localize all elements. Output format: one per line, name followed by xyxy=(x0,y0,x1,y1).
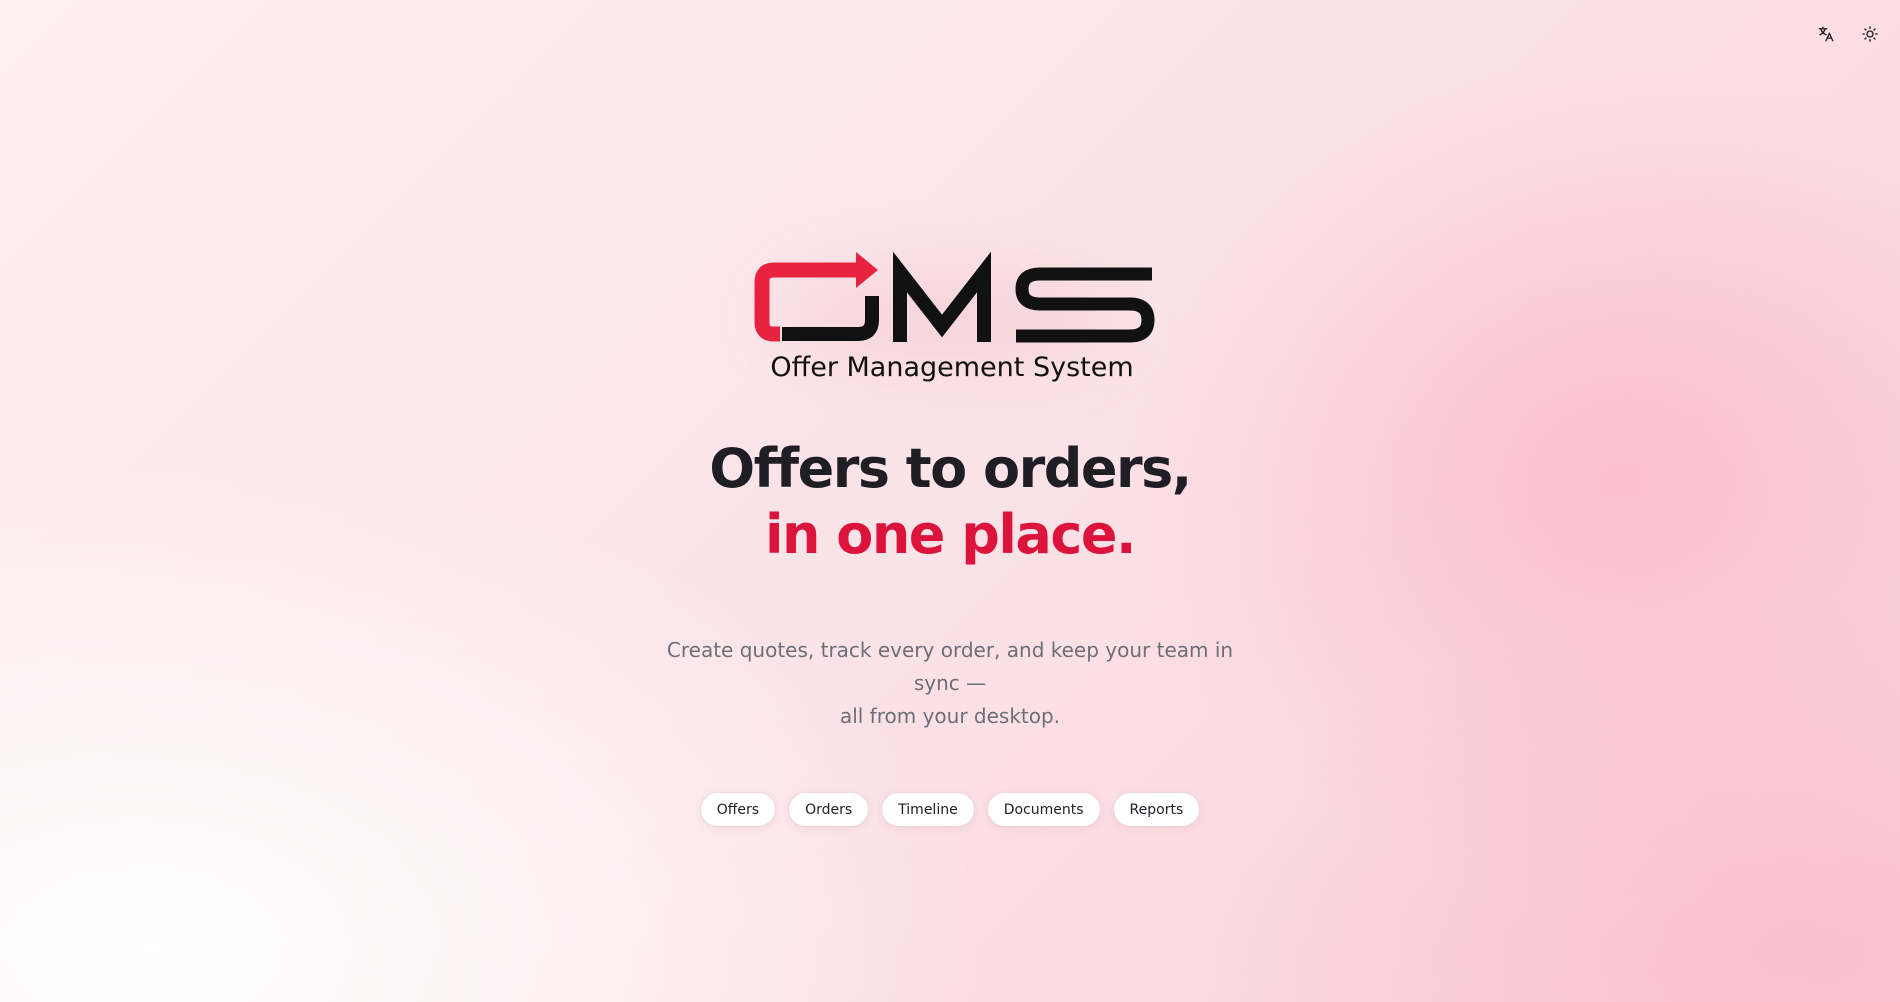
language-button[interactable] xyxy=(1810,20,1842,48)
theme-toggle-button[interactable] xyxy=(1854,20,1886,48)
chip-orders[interactable]: Orders xyxy=(789,793,869,827)
subtitle: Create quotes, track every order, and ke… xyxy=(650,634,1250,733)
chip-timeline[interactable]: Timeline xyxy=(882,793,974,827)
headline: Offers to orders, in one place. xyxy=(709,436,1192,568)
top-toolbar xyxy=(1810,20,1886,48)
headline-line-1: Offers to orders, xyxy=(709,437,1192,500)
hero-section: Offer Management System Offers to orders… xyxy=(0,238,1900,827)
logo-tagline: Offer Management System xyxy=(770,352,1133,383)
chip-offers[interactable]: Offers xyxy=(700,793,776,827)
oms-logo: Offer Management System xyxy=(740,238,1160,388)
headline-line-2: in one place. xyxy=(765,503,1136,566)
chip-reports[interactable]: Reports xyxy=(1113,793,1200,827)
feature-chips: Offers Orders Timeline Documents Reports xyxy=(700,793,1200,827)
sun-icon xyxy=(1861,25,1879,43)
subtitle-line-1: Create quotes, track every order, and ke… xyxy=(666,638,1234,696)
subtitle-line-2: all from your desktop. xyxy=(839,704,1061,729)
chip-documents[interactable]: Documents xyxy=(987,793,1100,827)
translate-icon xyxy=(1817,25,1835,43)
